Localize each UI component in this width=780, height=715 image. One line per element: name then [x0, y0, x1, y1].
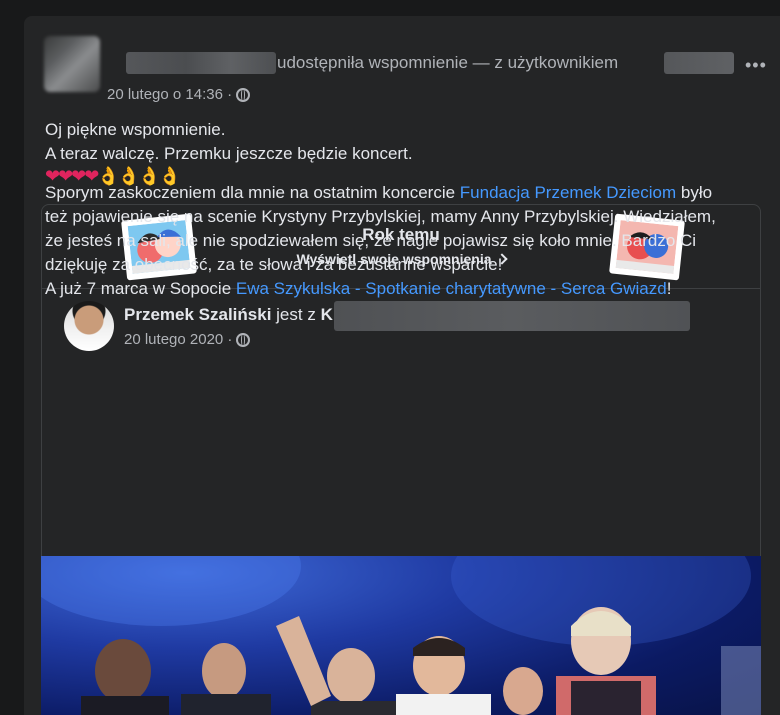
- author-name-redacted[interactable]: [126, 52, 276, 74]
- post-text-line: Oj piękne wspomnienie.: [45, 120, 226, 139]
- inner-tagged-redacted[interactable]: [334, 301, 690, 331]
- author-avatar-redacted[interactable]: [44, 36, 100, 92]
- event-link[interactable]: Ewa Szykulska - Spotkanie charytatywne -…: [236, 279, 667, 298]
- concert-photo[interactable]: [41, 556, 761, 715]
- inner-text-segment: !: [666, 279, 672, 298]
- post-header: udostępniła wspomnienie — z użytkownikie…: [44, 34, 767, 94]
- inner-with-text: jest z: [276, 305, 316, 324]
- post-text-line: A teraz walczę. Przemku jeszcze będzie k…: [45, 144, 413, 163]
- inner-author-line: Przemek Szaliński jest z K: [124, 305, 333, 325]
- inner-author-name[interactable]: Przemek Szaliński: [124, 305, 271, 324]
- more-icon[interactable]: •••: [745, 56, 767, 74]
- post-timestamp[interactable]: 20 lutego o 14:36 ·: [107, 86, 232, 103]
- inner-with-initial[interactable]: K: [321, 305, 333, 324]
- fundacja-link[interactable]: Fundacja Przemek Dzieciom: [460, 183, 676, 202]
- inner-post-body: Sporym zaskoczeniem dla mnie na ostatnim…: [45, 181, 725, 301]
- post-action-text: udostępniła wspomnienie — z użytkownikie…: [277, 53, 619, 72]
- post-body: Oj piękne wspomnienie. A teraz walczę. P…: [45, 118, 413, 166]
- globe-icon: [236, 332, 251, 347]
- inner-text-segment: A już 7 marca w Sopocie: [45, 279, 236, 298]
- inner-text-segment: Sporym zaskoczeniem dla mnie na ostatnim…: [45, 183, 460, 202]
- shared-memory-post: udostępniła wspomnienie — z użytkownikie…: [24, 16, 780, 715]
- inner-post-meta: 20 lutego 2020 ·: [124, 331, 251, 348]
- post-meta: 20 lutego o 14:36 ·: [107, 86, 251, 103]
- inner-author-avatar[interactable]: [64, 301, 114, 351]
- inner-post-timestamp[interactable]: 20 lutego 2020 ·: [124, 331, 232, 348]
- tagged-user-redacted[interactable]: [664, 52, 734, 74]
- globe-icon: [236, 87, 251, 102]
